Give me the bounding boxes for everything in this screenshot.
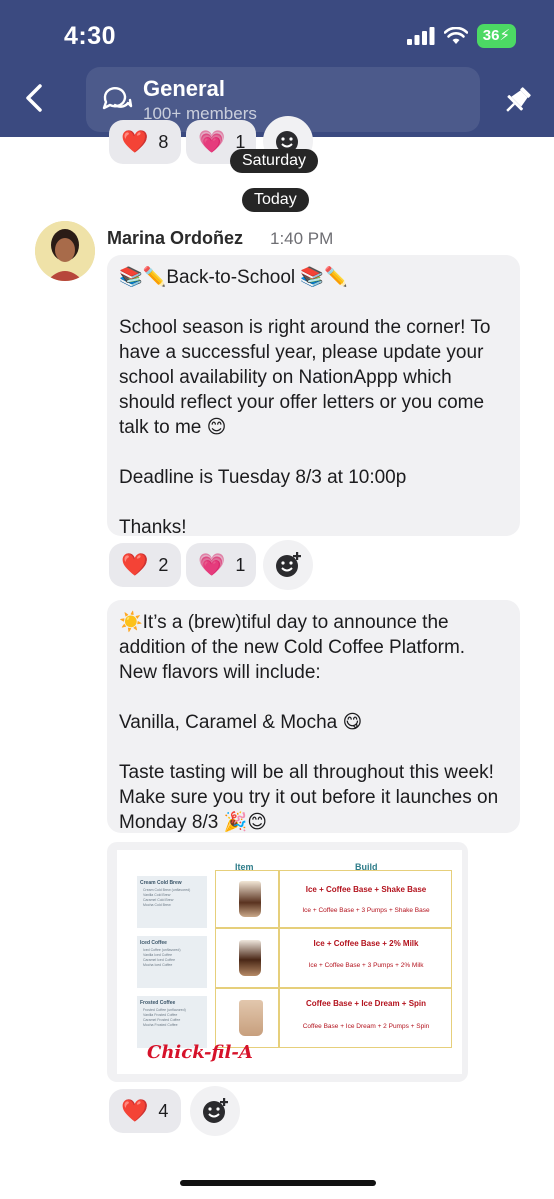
reaction-count: 2 bbox=[158, 554, 169, 575]
message-line bbox=[119, 440, 508, 465]
menu-card-item: Caramel Frosted Coffee bbox=[143, 1018, 181, 1022]
menu-card-item: Frosted Coffee (unflavored) bbox=[143, 1008, 186, 1012]
channel-title: General bbox=[143, 76, 225, 101]
menu-card-item: Mocha Cold Brew bbox=[143, 903, 171, 907]
heart-emoji: ❤️ bbox=[121, 1098, 149, 1123]
menu-card: Iced Coffee Iced Coffee (unflavored) Van… bbox=[137, 936, 207, 988]
battery-indicator: 36⚡ bbox=[476, 24, 516, 48]
build-main-text: Ice + Coffee Base + 2% Milk bbox=[313, 939, 419, 948]
build-sub-text: Ice + Coffee Base + 3 Pumps + Shake Base bbox=[302, 907, 430, 914]
item-cell bbox=[215, 870, 279, 928]
wifi-icon bbox=[443, 27, 468, 44]
message-line: Taste tasting will be all throughout thi… bbox=[119, 762, 504, 833]
home-indicator[interactable] bbox=[180, 1180, 376, 1186]
item-cell bbox=[215, 928, 279, 988]
menu-card-item: Vanilla Iced Coffee bbox=[143, 953, 173, 957]
message-line: Thanks! bbox=[119, 517, 187, 538]
pin-icon bbox=[506, 87, 531, 112]
signal-icon bbox=[406, 27, 435, 45]
reaction-count: 4 bbox=[158, 1100, 169, 1121]
reaction-heart-previous[interactable]: ❤️ 8 bbox=[109, 120, 181, 164]
drink-cup-iced-coffee bbox=[239, 940, 261, 976]
menu-card-item: Caramel Cold Brew bbox=[143, 898, 174, 902]
app-header: 4:30 36⚡ General 100+ members bbox=[0, 0, 554, 137]
menu-card-item: Mocha Iced Coffee bbox=[143, 963, 173, 967]
message-line bbox=[119, 290, 508, 315]
menu-card-item: Iced Coffee (unflavored) bbox=[143, 948, 181, 952]
menu-card-item: Mocha Frosted Coffee bbox=[143, 1023, 178, 1027]
reaction-heart-attachment[interactable]: ❤️ 4 bbox=[109, 1089, 181, 1133]
build-main-text: Coffee Base + Ice Dream + Spin bbox=[305, 999, 427, 1008]
avatar[interactable] bbox=[35, 221, 95, 281]
menu-card-title: Iced Coffee bbox=[140, 940, 167, 946]
reaction-heart[interactable]: ❤️ 2 bbox=[109, 543, 181, 587]
menu-card-item: Vanilla Cold Brew bbox=[143, 893, 171, 897]
pink-heart-emoji: 💗 bbox=[198, 129, 226, 154]
message-line bbox=[119, 490, 508, 515]
message-bubble-cold-coffee[interactable]: ☀️It’s a (brew)tiful day to announce the… bbox=[107, 600, 520, 833]
build-sub-text: Coffee Base + Ice Dream + 2 Pumps + Spin bbox=[302, 1023, 430, 1030]
back-chevron-icon bbox=[26, 84, 42, 112]
reaction-count: 8 bbox=[158, 131, 169, 152]
item-cell bbox=[215, 988, 279, 1048]
add-reaction-icon bbox=[276, 552, 301, 577]
status-time: 4:30 bbox=[64, 22, 117, 50]
message-time: 1:40 PM bbox=[270, 229, 334, 248]
message-line: 📚✏️Back-to-School 📚✏️ bbox=[119, 267, 348, 288]
message-line: ☀️It’s a (brew)tiful day to announce the… bbox=[119, 612, 471, 683]
reaction-pink-heart[interactable]: 💗 1 bbox=[186, 543, 256, 587]
chat-bubble-icon bbox=[102, 87, 133, 110]
heart-emoji: ❤️ bbox=[121, 552, 149, 577]
build-sub-text: Ice + Coffee Base + 3 Pumps + 2% Milk bbox=[308, 962, 424, 969]
build-cell: Coffee Base + Ice Dream + Spin Coffee Ba… bbox=[279, 988, 452, 1048]
message-line bbox=[119, 685, 508, 710]
menu-build-chart-image: Item Build Cream Cold Brew Cream Cold Br… bbox=[117, 850, 462, 1074]
pink-heart-emoji: 💗 bbox=[198, 552, 226, 577]
menu-card-title: Frosted Coffee bbox=[140, 1000, 176, 1006]
message-line: School season is right around the corner… bbox=[119, 317, 496, 438]
chick-fil-a-logo: Chick-fil-A bbox=[147, 1042, 253, 1063]
build-cell: Ice + Coffee Base + 2% Milk Ice + Coffee… bbox=[279, 928, 452, 988]
drink-cup-frosted-coffee bbox=[239, 1000, 263, 1036]
pin-button[interactable] bbox=[498, 82, 536, 120]
menu-card-title: Cream Cold Brew bbox=[140, 880, 182, 886]
add-reaction-icon bbox=[203, 1098, 228, 1123]
image-attachment[interactable]: Item Build Cream Cold Brew Cream Cold Br… bbox=[107, 842, 468, 1082]
add-reaction-button-attachment[interactable] bbox=[190, 1086, 240, 1136]
menu-card: Cream Cold Brew Cream Cold Brew (unflavo… bbox=[137, 876, 207, 928]
message-line: Deadline is Tuesday 8/3 at 10:00p bbox=[119, 467, 407, 488]
add-reaction-button[interactable] bbox=[263, 540, 313, 590]
status-icons: 36⚡ bbox=[406, 24, 516, 48]
avatar-photo bbox=[35, 221, 95, 281]
reaction-count: 1 bbox=[235, 554, 246, 575]
back-button[interactable] bbox=[18, 80, 50, 116]
battery-level: 36 bbox=[482, 27, 500, 44]
menu-card-item: Vanilla Frosted Coffee bbox=[143, 1013, 178, 1017]
menu-card-item: Caramel Iced Coffee bbox=[143, 958, 176, 962]
menu-card: Frosted Coffee Frosted Coffee (unflavore… bbox=[137, 996, 207, 1048]
build-main-text: Ice + Coffee Base + Shake Base bbox=[305, 885, 427, 894]
date-separator-saturday: Saturday bbox=[230, 149, 319, 173]
build-cell: Ice + Coffee Base + Shake Base Ice + Cof… bbox=[279, 870, 452, 928]
sender-name[interactable]: Marina Ordoñez bbox=[107, 228, 243, 249]
message-bubble-back-to-school[interactable]: 📚✏️Back-to-School 📚✏️ School season is r… bbox=[107, 255, 520, 538]
date-separator-today: Today bbox=[242, 188, 309, 212]
heart-emoji: ❤️ bbox=[121, 129, 149, 154]
message-line bbox=[119, 735, 508, 760]
charging-icon: ⚡ bbox=[499, 27, 510, 44]
message-line: Vanilla, Caramel & Mocha 😋 bbox=[119, 712, 363, 733]
menu-card-item: Cream Cold Brew (unflavored) bbox=[143, 888, 191, 892]
drink-cup-cream-cold-brew bbox=[239, 881, 261, 917]
